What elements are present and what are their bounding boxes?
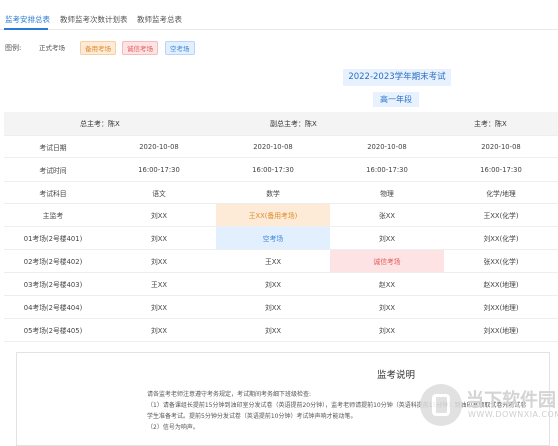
- table-row: 02考场(2号楼402) 刘XX 王XX 诚信考场 张XX(化学): [4, 250, 558, 273]
- proctor-cell-empty[interactable]: 空考场: [216, 227, 330, 249]
- room-name: 05考场(2号楼405): [23, 327, 83, 335]
- watermark: 当下软件园 WWW.DOWNXIA.COM: [418, 376, 558, 436]
- table-row: 05考场(2号楼405) 刘XX 刘XX 刘XX 刘XX(地理): [4, 319, 558, 342]
- date-cell: 2020-10-08: [481, 142, 521, 151]
- table-row: 04考场(2号楼404) 刘XX 刘XX 刘XX 刘XX(地理): [4, 296, 558, 319]
- time-label: 考试时间: [39, 166, 67, 175]
- tab-bar: 监考安排总表 教师监考次数计划表 教师监考总表: [0, 0, 558, 30]
- proctor-cell[interactable]: 刘XX: [102, 227, 216, 249]
- watermark-brand: 当下软件园: [466, 390, 556, 411]
- proctor-cell[interactable]: 刘XX: [330, 227, 444, 249]
- chief-supervisor: 总主考：陈X: [80, 119, 120, 128]
- proctor-cell[interactable]: 刘XX(化学): [444, 227, 558, 249]
- time-cell: 16:00-17:30: [480, 165, 522, 174]
- notes-line: （2）信号为响声。: [147, 424, 199, 431]
- proctor-cell[interactable]: 张XX(化学): [444, 250, 558, 272]
- notes-line: 请各监考老师注意遵守考务规定，考试期间考务细下班级检查:: [147, 391, 312, 398]
- subject-label: 考试科目: [39, 189, 67, 198]
- proctor-cell[interactable]: 刘XX: [330, 319, 444, 341]
- time-cell: 16:00-17:30: [252, 165, 294, 174]
- legend-integrity-room: 诚信考场: [122, 41, 158, 55]
- time-cell: 16:00-17:30: [366, 165, 408, 174]
- table-row: 主监考 刘XX 王XX(备用考场) 张XX 王XX(化学): [4, 204, 558, 227]
- exam-title: 2022-2023学年期末考试: [343, 69, 451, 86]
- date-label: 考试日期: [39, 143, 67, 152]
- proctor-cell[interactable]: 刘XX(地理): [444, 296, 558, 318]
- main-supervisor: 主考：陈X: [474, 119, 507, 128]
- proctor-cell[interactable]: 刘XX: [102, 204, 216, 226]
- proctor-cell[interactable]: 刘XX: [216, 296, 330, 318]
- proctor-cell[interactable]: 刘XX: [102, 250, 216, 272]
- legend-formal-room: 正式考场: [35, 41, 69, 55]
- active-tab-indicator: [4, 28, 48, 30]
- date-cell: 2020-10-08: [253, 142, 293, 151]
- notes-title: 监考说明: [377, 370, 416, 381]
- proctor-cell[interactable]: 刘XX: [102, 296, 216, 318]
- legend-label: 图例:: [5, 44, 22, 52]
- proctor-cell[interactable]: 赵XX(地理): [444, 273, 558, 295]
- room-name: 01考场(2号楼401): [23, 235, 83, 243]
- watermark-logo-icon: [420, 384, 462, 426]
- proctor-cell[interactable]: 刘XX: [102, 319, 216, 341]
- proctor-cell[interactable]: 刘XX(地理): [444, 319, 558, 341]
- subject-cell: 化学/地理: [486, 189, 516, 198]
- tab-teacher-count-plan[interactable]: 教师监考次数计划表: [60, 14, 128, 25]
- room-name: 03考场(2号楼403): [23, 281, 83, 289]
- proctor-cell-backup[interactable]: 王XX(备用考场): [216, 204, 330, 226]
- proctor-cell[interactable]: 刘XX: [216, 319, 330, 341]
- date-cell: 2020-10-08: [139, 142, 179, 151]
- watermark-domain: WWW.DOWNXIA.COM: [468, 410, 558, 419]
- room-name: 04考场(2号楼404): [23, 304, 83, 312]
- room-name: 主监考: [42, 212, 64, 220]
- notes-line: 学生准备考试。提前5分钟分发试卷（英语提前10分钟）考试钟声响才能动笔。: [147, 413, 357, 420]
- date-cell: 2020-10-08: [367, 142, 407, 151]
- table-row: 03考场(2号楼403) 王XX 刘XX 赵XX 赵XX(地理): [4, 273, 558, 296]
- proctor-cell[interactable]: 张XX: [330, 204, 444, 226]
- tab-teacher-summary[interactable]: 教师监考总表: [137, 14, 182, 25]
- deputy-supervisor: 副总主考：陈X: [270, 119, 317, 128]
- proctor-cell[interactable]: 王XX: [216, 250, 330, 272]
- app-frame: 监考安排总表 教师监考次数计划表 教师监考总表 图例: 正式考场 备用考场 诚信…: [0, 0, 558, 446]
- time-row: 考试时间 16:00-17:30 16:00-17:30 16:00-17:30…: [4, 158, 558, 182]
- time-cell: 16:00-17:30: [138, 165, 180, 174]
- room-name: 02考场(2号楼402): [23, 258, 83, 266]
- proctor-cell[interactable]: 刘XX: [216, 273, 330, 295]
- proctor-cell-integrity[interactable]: 诚信考场: [330, 250, 444, 272]
- subject-row: 考试科目 语文 数学 物理 化学/地理: [4, 182, 558, 204]
- table-row: 01考场(2号楼401) 刘XX 空考场 刘XX 刘XX(化学): [4, 227, 558, 250]
- proctor-cell[interactable]: 刘XX: [330, 296, 444, 318]
- subject-cell: 数学: [266, 189, 280, 198]
- subject-cell: 语文: [152, 189, 166, 198]
- proctor-cell[interactable]: 王XX: [102, 273, 216, 295]
- supervisor-row: 总主考：陈X 副总主考：陈X 主考：陈X: [4, 112, 558, 136]
- proctor-cell[interactable]: 赵XX: [330, 273, 444, 295]
- subject-cell: 物理: [380, 189, 394, 198]
- legend-backup-room: 备用考场: [80, 41, 116, 55]
- proctor-cell[interactable]: 王XX(化学): [444, 204, 558, 226]
- tab-exam-schedule-summary[interactable]: 监考安排总表: [5, 14, 50, 25]
- grade-label: 高一年段: [373, 92, 419, 107]
- legend-empty-room: 空考场: [165, 41, 195, 55]
- date-row: 考试日期 2020-10-08 2020-10-08 2020-10-08 20…: [4, 136, 558, 158]
